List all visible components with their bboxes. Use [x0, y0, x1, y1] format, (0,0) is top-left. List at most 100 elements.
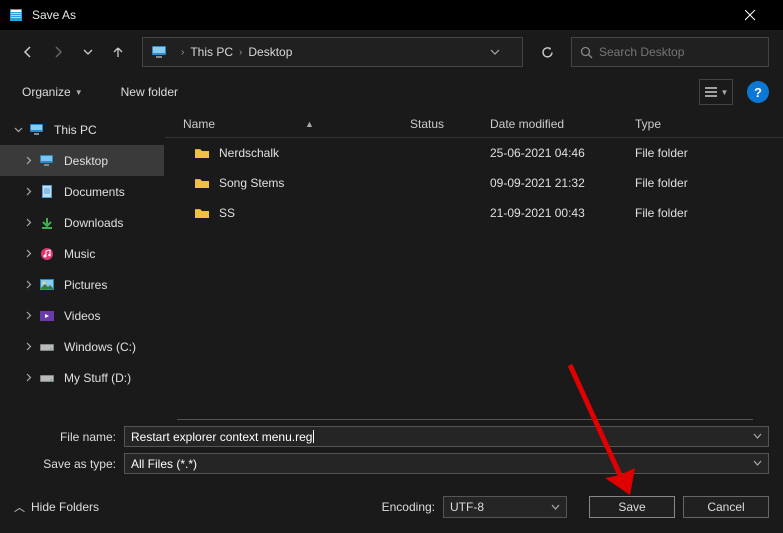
expand-icon[interactable] — [24, 249, 38, 258]
nav-label: This PC — [54, 123, 97, 137]
nav-item-pictures[interactable]: Pictures — [0, 269, 164, 300]
desktop-icon — [38, 153, 56, 169]
filename-dropdown[interactable] — [753, 432, 762, 441]
file-date: 09-09-2021 21:32 — [490, 176, 635, 190]
expand-icon[interactable] — [24, 218, 38, 227]
nav-label: Documents — [64, 185, 125, 199]
filename-value: Restart explorer context menu.reg — [131, 430, 312, 444]
folder-icon — [193, 205, 211, 221]
search-input[interactable] — [599, 45, 760, 59]
organize-label: Organize — [22, 85, 71, 99]
breadcrumb-desktop[interactable]: Desktop — [248, 45, 292, 59]
doc-icon — [38, 184, 56, 200]
encoding-label: Encoding: — [382, 500, 435, 514]
column-name[interactable]: Name▲ — [165, 117, 410, 131]
file-date: 21-09-2021 00:43 — [490, 206, 635, 220]
nav-item-documents[interactable]: Documents — [0, 176, 164, 207]
nav-label: Music — [64, 247, 95, 261]
nav-item-videos[interactable]: Videos — [0, 300, 164, 331]
window-title: Save As — [32, 8, 728, 22]
file-row[interactable]: SS 21-09-2021 00:43File folder — [165, 198, 783, 228]
divider — [177, 419, 753, 420]
file-name: SS — [219, 206, 235, 220]
address-dropdown[interactable] — [490, 47, 514, 57]
nav-item-my-stuff-d-[interactable]: My Stuff (D:) — [0, 362, 164, 393]
nav-item-downloads[interactable]: Downloads — [0, 207, 164, 238]
filename-input[interactable]: Restart explorer context menu.reg — [124, 426, 769, 447]
nav-item-music[interactable]: Music — [0, 238, 164, 269]
file-type: File folder — [635, 146, 783, 160]
expand-icon[interactable] — [24, 342, 38, 351]
new-folder-button[interactable]: New folder — [113, 79, 186, 105]
nav-label: Pictures — [64, 278, 107, 292]
expand-icon[interactable] — [24, 156, 38, 165]
file-name: Nerdschalk — [219, 146, 279, 160]
up-button[interactable] — [104, 38, 132, 66]
column-header-row: Name▲ Status Date modified Type — [165, 110, 783, 138]
view-options-button[interactable]: ▼ — [699, 79, 733, 105]
nav-item-desktop[interactable]: Desktop — [0, 145, 164, 176]
save-button[interactable]: Save — [589, 496, 675, 518]
pc-icon — [151, 45, 169, 59]
nav-tree: This PC Desktop Documents Downloads Music Pi… — [0, 110, 165, 420]
titlebar: Save As — [0, 0, 783, 30]
folder-icon — [193, 145, 211, 161]
file-type: File folder — [635, 206, 783, 220]
forward-button[interactable] — [44, 38, 72, 66]
hide-folders-button[interactable]: ︿Hide Folders — [14, 499, 99, 515]
savetype-dropdown[interactable] — [753, 459, 762, 468]
vid-icon — [38, 308, 56, 324]
address-bar[interactable]: › This PC › Desktop — [142, 37, 523, 67]
fields-section: File name: Restart explorer context menu… — [0, 420, 783, 482]
nav-label: Downloads — [64, 216, 123, 230]
pic-icon — [38, 277, 56, 293]
help-button[interactable]: ? — [747, 81, 769, 103]
chevron-up-icon: ︿ — [14, 499, 25, 515]
nav-label: My Stuff (D:) — [64, 371, 131, 385]
chevron-icon: › — [181, 47, 184, 58]
nav-toolbar: › This PC › Desktop — [0, 30, 783, 74]
footer: ︿Hide Folders Encoding: UTF-8 Save Cance… — [0, 482, 783, 532]
recent-dropdown[interactable] — [74, 38, 102, 66]
collapse-icon[interactable] — [14, 125, 28, 134]
savetype-select[interactable]: All Files (*.*) — [124, 453, 769, 474]
nav-label: Videos — [64, 309, 100, 323]
sort-up-icon: ▲ — [305, 119, 314, 129]
breadcrumb-this-pc[interactable]: This PC — [190, 45, 233, 59]
cancel-button[interactable]: Cancel — [683, 496, 769, 518]
encoding-select[interactable]: UTF-8 — [443, 496, 567, 518]
file-date: 25-06-2021 04:46 — [490, 146, 635, 160]
toolbar: Organize▼ New folder ▼ ? — [0, 74, 783, 110]
encoding-value: UTF-8 — [450, 500, 484, 514]
nav-item-windows-c-[interactable]: Windows (C:) — [0, 331, 164, 362]
nav-label: Windows (C:) — [64, 340, 136, 354]
organize-menu[interactable]: Organize▼ — [14, 79, 91, 105]
column-date[interactable]: Date modified — [490, 117, 635, 131]
savetype-value: All Files (*.*) — [131, 457, 197, 471]
expand-icon[interactable] — [24, 373, 38, 382]
drive-icon — [38, 370, 56, 386]
drive-icon — [38, 339, 56, 355]
file-type: File folder — [635, 176, 783, 190]
back-button[interactable] — [14, 38, 42, 66]
nav-this-pc[interactable]: This PC — [0, 114, 164, 145]
refresh-button[interactable] — [533, 38, 561, 66]
expand-icon[interactable] — [24, 187, 38, 196]
search-icon — [580, 46, 593, 59]
column-type[interactable]: Type — [635, 117, 783, 131]
music-icon — [38, 246, 56, 262]
file-name: Song Stems — [219, 176, 284, 190]
down-icon — [38, 215, 56, 231]
search-box[interactable] — [571, 37, 769, 67]
chevron-icon: › — [239, 47, 242, 58]
expand-icon[interactable] — [24, 280, 38, 289]
file-row[interactable]: Song Stems 09-09-2021 21:32File folder — [165, 168, 783, 198]
file-row[interactable]: Nerdschalk 25-06-2021 04:46File folder — [165, 138, 783, 168]
folder-icon — [193, 175, 211, 191]
nav-label: Desktop — [64, 154, 108, 168]
column-status[interactable]: Status — [410, 117, 490, 131]
close-button[interactable] — [728, 0, 773, 30]
file-pane: Name▲ Status Date modified Type Nerdscha… — [165, 110, 783, 420]
app-icon — [10, 8, 24, 22]
expand-icon[interactable] — [24, 311, 38, 320]
